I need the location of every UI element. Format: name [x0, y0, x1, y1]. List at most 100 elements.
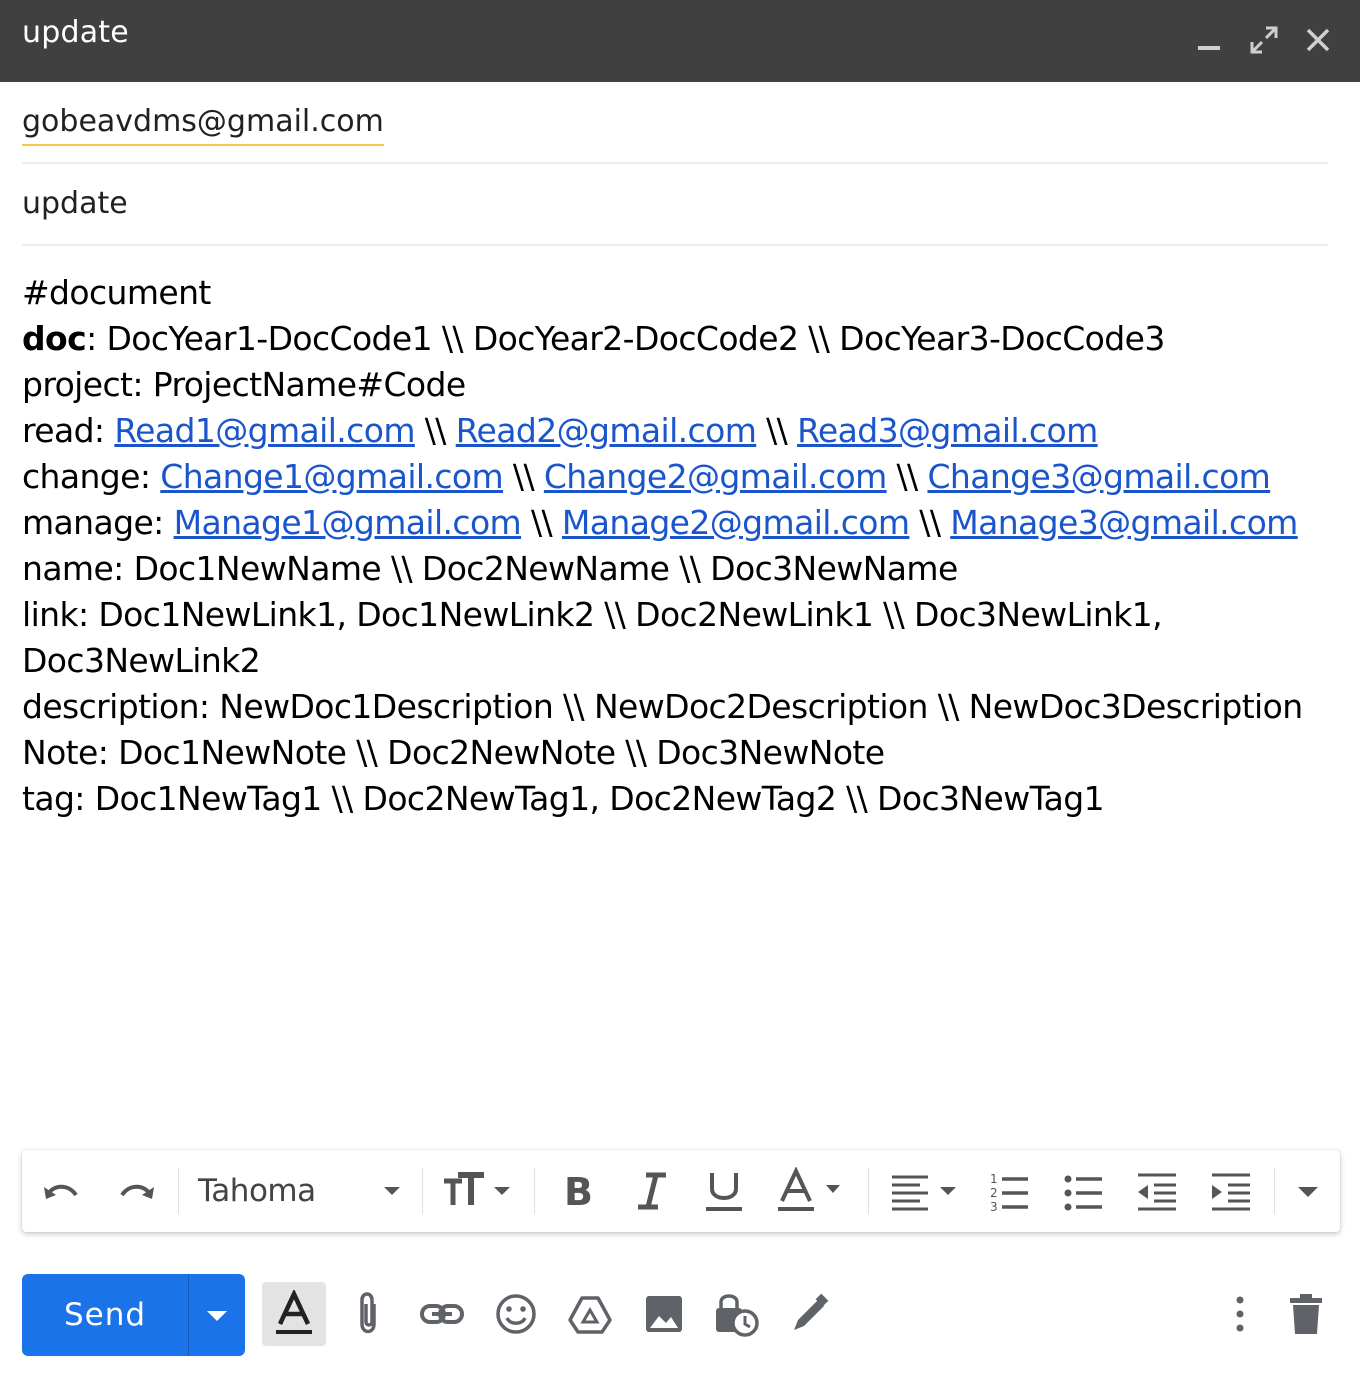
redo-button[interactable] — [112, 1167, 160, 1215]
font-size-button[interactable] — [440, 1167, 520, 1215]
compose-title: update — [22, 15, 129, 50]
italic-button[interactable] — [628, 1167, 676, 1215]
body-line-project: project: ProjectName#Code — [22, 365, 466, 404]
svg-text:B: B — [564, 1170, 593, 1214]
more-options-icon — [1236, 1296, 1244, 1332]
separator: \\ — [414, 411, 456, 450]
underline-button[interactable] — [700, 1167, 748, 1215]
body-line-note: Note: Doc1NewNote \\ Doc2NewNote \\ Doc3… — [22, 733, 885, 772]
body-line-read: read: Read1@gmail.com \\ Read2@gmail.com… — [22, 408, 1322, 454]
send-options-button[interactable] — [188, 1274, 245, 1356]
body-line-description: description: NewDoc1Description \\ NewDo… — [22, 687, 1303, 726]
message-body[interactable]: #document doc: DocYear1-DocCode1 \\ DocY… — [22, 270, 1322, 822]
link-icon — [420, 1304, 464, 1324]
formatting-options-button[interactable] — [262, 1282, 326, 1346]
change-link-3[interactable]: Change3@gmail.com — [927, 457, 1270, 496]
indent-more-button[interactable] — [1206, 1167, 1254, 1215]
emoji-icon — [496, 1294, 536, 1334]
attach-icon — [360, 1292, 376, 1334]
toolbar-separator — [534, 1168, 535, 1214]
body-line-name: name: Doc1NewName \\ Doc2NewName \\ Doc3… — [22, 549, 958, 588]
fullscreen-button[interactable] — [1244, 20, 1284, 60]
separator: \\ — [503, 457, 544, 496]
attach-button[interactable] — [344, 1290, 392, 1338]
change-link-2[interactable]: Change2@gmail.com — [544, 457, 887, 496]
indent-less-icon — [1138, 1173, 1176, 1211]
body-line-manage: manage: Manage1@gmail.com \\ Manage2@gma… — [22, 500, 1322, 546]
read-link-2[interactable]: Read2@gmail.com — [456, 411, 757, 450]
toolbar-separator — [422, 1168, 423, 1214]
svg-text:2: 2 — [990, 1186, 998, 1200]
toolbar-separator — [1274, 1168, 1275, 1214]
insert-photo-button[interactable] — [640, 1290, 688, 1338]
numbered-list-icon: 1 2 3 — [990, 1172, 1028, 1214]
formatting-options-icon — [276, 1290, 312, 1334]
chevron-down-icon — [1298, 1187, 1318, 1197]
chevron-down-icon — [207, 1311, 227, 1321]
separator: \\ — [756, 411, 798, 450]
discard-icon — [1290, 1294, 1322, 1334]
align-button[interactable] — [886, 1167, 966, 1215]
recipient-chip[interactable]: gobeavdms@gmail.com — [22, 102, 384, 146]
discard-draft-button[interactable] — [1282, 1290, 1330, 1338]
font-family-select[interactable]: Tahoma — [198, 1167, 408, 1215]
indent-more-icon — [1212, 1173, 1250, 1211]
to-field[interactable]: gobeavdms@gmail.com — [22, 82, 1328, 164]
subject-input[interactable]: update — [22, 184, 128, 224]
send-button[interactable]: Send — [22, 1274, 188, 1356]
manage-link-3[interactable]: Manage3@gmail.com — [950, 503, 1298, 542]
close-icon — [1306, 28, 1330, 52]
confidential-mode-button[interactable] — [712, 1290, 760, 1338]
separator: \\ — [521, 503, 562, 542]
bulleted-list-icon — [1064, 1175, 1102, 1211]
subject-field[interactable]: update — [22, 164, 1328, 246]
expand-icon — [1250, 26, 1278, 54]
photo-icon — [646, 1296, 682, 1332]
change-link-1[interactable]: Change1@gmail.com — [160, 457, 503, 496]
text-color-icon — [778, 1167, 840, 1211]
manage-link-2[interactable]: Manage2@gmail.com — [562, 503, 910, 542]
confidential-icon — [716, 1294, 759, 1337]
bold-icon: B — [564, 1170, 593, 1214]
change-label: change: — [22, 457, 161, 496]
read-link-3[interactable]: Read3@gmail.com — [797, 411, 1098, 450]
formatting-toolbar: Tahoma B 1 2 3 — [22, 1150, 1340, 1232]
toolbar-separator — [868, 1168, 869, 1214]
more-formatting-button[interactable] — [1284, 1167, 1332, 1215]
insert-emoji-button[interactable] — [492, 1290, 540, 1338]
doc-label: doc — [22, 319, 87, 358]
italic-icon — [638, 1172, 666, 1210]
close-button[interactable] — [1298, 20, 1338, 60]
indent-less-button[interactable] — [1132, 1167, 1180, 1215]
align-icon — [892, 1175, 956, 1211]
read-label: read: — [22, 411, 115, 450]
manage-link-1[interactable]: Manage1@gmail.com — [174, 503, 522, 542]
doc-value: : DocYear1-DocCode1 \\ DocYear2-DocCode2… — [86, 319, 1165, 358]
body-line-change: change: Change1@gmail.com \\ Change2@gma… — [22, 454, 1322, 500]
text-color-button[interactable] — [774, 1167, 854, 1215]
insert-link-button[interactable] — [418, 1290, 466, 1338]
more-options-button[interactable] — [1216, 1290, 1264, 1338]
redo-icon — [120, 1184, 154, 1199]
signature-icon — [794, 1293, 829, 1330]
body-line-tag: tag: Doc1NewTag1 \\ Doc2NewTag1, Doc2New… — [22, 779, 1105, 818]
toolbar-separator — [178, 1168, 179, 1214]
bulleted-list-button[interactable] — [1058, 1167, 1106, 1215]
compose-titlebar: update — [0, 0, 1360, 82]
minimize-icon — [1198, 46, 1220, 50]
undo-button[interactable] — [38, 1167, 86, 1215]
underline-icon — [706, 1173, 742, 1211]
body-line-doc: doc: DocYear1-DocCode1 \\ DocYear2-DocCo… — [22, 316, 1322, 362]
read-link-1[interactable]: Read1@gmail.com — [114, 411, 415, 450]
insert-signature-button[interactable] — [786, 1290, 834, 1338]
svg-text:3: 3 — [990, 1200, 998, 1214]
separator: \\ — [909, 503, 951, 542]
font-name: Tahoma — [198, 1173, 316, 1209]
body-line-link-cont: Doc3NewLink2 — [22, 641, 261, 680]
body-line-document: #document — [22, 273, 211, 312]
separator: \\ — [886, 457, 928, 496]
insert-drive-button[interactable] — [566, 1290, 614, 1338]
numbered-list-button[interactable]: 1 2 3 — [984, 1167, 1032, 1215]
minimize-button[interactable] — [1190, 20, 1230, 60]
bold-button[interactable]: B — [554, 1167, 602, 1215]
